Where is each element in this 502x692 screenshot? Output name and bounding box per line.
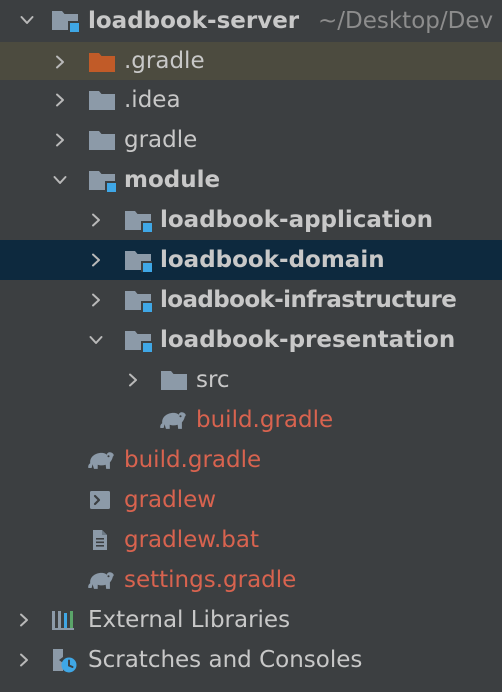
chevron-down-icon[interactable] <box>17 0 37 40</box>
tree-item-label: build.gradle <box>196 407 334 433</box>
module-folder-icon <box>88 160 118 200</box>
root-project-name: loadbook-server <box>88 8 300 34</box>
tree-row-gradlew-bat[interactable]: gradlew.bat <box>0 520 502 560</box>
chevron-right-icon[interactable] <box>50 42 70 80</box>
chevron-right-icon[interactable] <box>86 240 106 280</box>
module-folder-icon <box>51 0 81 40</box>
tree-item-label: gradlew <box>124 487 217 513</box>
tree-item-label: src <box>196 367 230 393</box>
chevron-down-icon[interactable] <box>50 160 70 200</box>
tree-row-module[interactable]: module <box>0 160 502 200</box>
root-project-path: ~/Desktop/Dev <box>318 8 494 34</box>
tree-item-label: gradlew.bat <box>124 527 260 553</box>
folder-icon <box>88 120 118 160</box>
chevron-right-icon[interactable] <box>50 80 70 120</box>
chevron-right-icon[interactable] <box>86 200 106 240</box>
chevron-right-icon[interactable] <box>123 360 143 400</box>
module-folder-icon <box>124 200 154 240</box>
gradle-elephant-icon <box>86 440 116 480</box>
tree-item-label: loadbook-application <box>160 207 434 233</box>
tree-item-label: Scratches and Consoles <box>88 647 363 673</box>
chevron-right-icon[interactable] <box>86 280 106 320</box>
scratches-icon <box>50 640 80 680</box>
gradle-elephant-icon <box>158 400 188 440</box>
tree-row-presentation-build-gradle[interactable]: build.gradle <box>0 400 502 440</box>
chevron-right-icon[interactable] <box>14 640 34 680</box>
gradle-elephant-icon <box>86 560 116 600</box>
tree-item-label: loadbook-infrastructure <box>160 287 457 313</box>
excluded-folder-icon <box>88 42 118 80</box>
tree-row-gradle[interactable]: gradle <box>0 120 502 160</box>
tree-item-label: gradle <box>124 127 198 153</box>
libraries-icon <box>50 600 80 640</box>
tree-item-label: loadbook-domain <box>160 247 385 273</box>
module-folder-icon <box>124 240 154 280</box>
module-folder-icon <box>124 280 154 320</box>
project-tree: loadbook-server ~/Desktop/Dev .gradle .i… <box>0 0 502 692</box>
tree-row-src[interactable]: src <box>0 360 502 400</box>
chevron-right-icon[interactable] <box>50 120 70 160</box>
tree-row-settings-gradle[interactable]: settings.gradle <box>0 560 502 600</box>
tree-row-root[interactable]: loadbook-server ~/Desktop/Dev <box>0 0 502 42</box>
module-folder-icon <box>124 320 154 360</box>
text-file-icon <box>88 520 118 560</box>
chevron-down-icon[interactable] <box>86 320 106 360</box>
tree-row-scratches-and-consoles[interactable]: Scratches and Consoles <box>0 640 502 680</box>
tree-row-dot-gradle[interactable]: .gradle <box>0 42 502 80</box>
terminal-file-icon <box>88 480 118 520</box>
tree-row-loadbook-infrastructure[interactable]: loadbook-infrastructure <box>0 280 502 320</box>
tree-row-loadbook-domain[interactable]: loadbook-domain <box>0 240 502 280</box>
tree-item-label: build.gradle <box>124 447 262 473</box>
tree-item-label: .gradle <box>124 48 205 74</box>
tree-item-label: .idea <box>124 87 181 113</box>
tree-row-build-gradle[interactable]: build.gradle <box>0 440 502 480</box>
tree-row-idea[interactable]: .idea <box>0 80 502 120</box>
chevron-right-icon[interactable] <box>14 600 34 640</box>
tree-item-label: module <box>124 167 221 193</box>
tree-row-loadbook-application[interactable]: loadbook-application <box>0 200 502 240</box>
tree-item-label: loadbook-presentation <box>160 327 456 353</box>
tree-row-loadbook-presentation[interactable]: loadbook-presentation <box>0 320 502 360</box>
tree-item-label: External Libraries <box>88 607 291 633</box>
tree-row-gradlew[interactable]: gradlew <box>0 480 502 520</box>
folder-icon <box>160 360 190 400</box>
tree-item-label: settings.gradle <box>124 567 297 593</box>
folder-icon <box>88 80 118 120</box>
tree-row-external-libraries[interactable]: External Libraries <box>0 600 502 640</box>
